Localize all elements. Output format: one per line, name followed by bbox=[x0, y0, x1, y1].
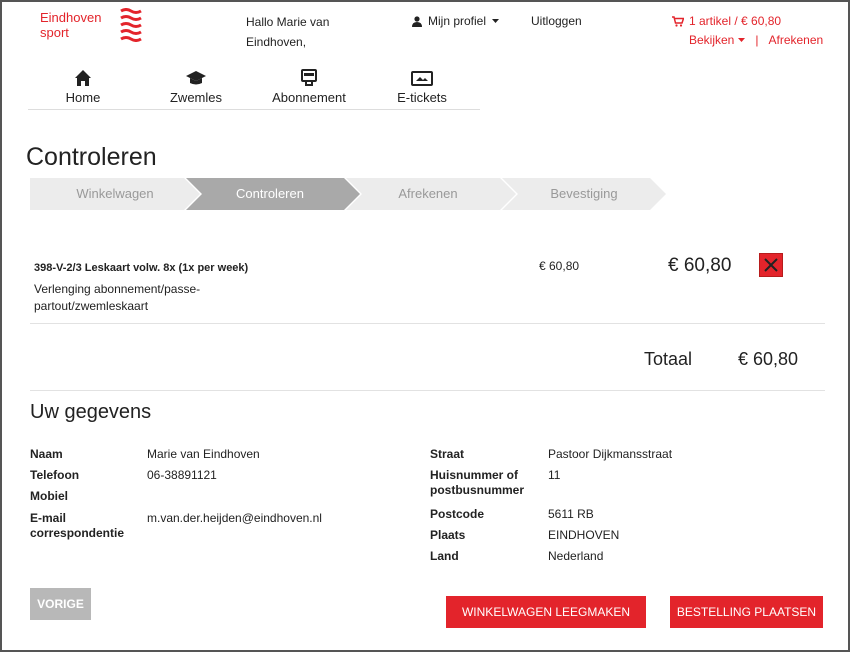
cart-view-label: Bekijken bbox=[689, 33, 735, 47]
main-nav: Home Zwemles Abonnement E-tickets bbox=[28, 62, 480, 110]
remove-item-button[interactable] bbox=[759, 253, 783, 277]
detail-value-naam: Marie van Eindhoven bbox=[147, 447, 260, 461]
step-label-bevestiging: Bevestiging bbox=[550, 186, 618, 201]
line-item-total: € 60,80 bbox=[668, 255, 732, 276]
nav-item-abonnement[interactable]: Abonnement bbox=[249, 68, 369, 105]
cart-summary-text: 1 artikel / € 60,80 bbox=[689, 14, 782, 28]
close-icon bbox=[764, 258, 778, 272]
nav-item-home[interactable]: Home bbox=[23, 68, 143, 105]
greeting-text: Hallo Marie van Eindhoven, bbox=[246, 15, 330, 49]
logout-link[interactable]: Uitloggen bbox=[531, 14, 582, 28]
cart-summary[interactable]: 1 artikel / € 60,80 bbox=[672, 14, 781, 28]
previous-button[interactable]: VORIGE bbox=[30, 588, 91, 620]
cart-links-separator: | bbox=[755, 33, 759, 47]
nav-item-etickets[interactable]: E-tickets bbox=[362, 68, 482, 105]
ticket-icon bbox=[411, 71, 433, 86]
profile-menu[interactable]: Mijn profiel bbox=[412, 14, 500, 28]
cart-icon bbox=[672, 15, 684, 27]
line-item-unit-price: € 60,80 bbox=[539, 259, 580, 273]
detail-label-postcode: Postcode bbox=[430, 507, 485, 521]
divider bbox=[30, 323, 825, 324]
detail-label-plaats: Plaats bbox=[430, 528, 466, 542]
step-label-afrekenen: Afrekenen bbox=[398, 186, 458, 201]
checkout-steps: Winkelwagen Controleren Afrekenen Bevest… bbox=[30, 178, 670, 210]
total-label: Totaal bbox=[644, 349, 693, 369]
page-title: Controleren bbox=[26, 143, 157, 171]
step-bevestiging: Bevestiging bbox=[504, 178, 664, 210]
detail-value-email: m.van.der.heijden@eindhoven.nl bbox=[147, 511, 322, 525]
detail-value-telefoon: 06-38891121 bbox=[147, 468, 217, 482]
place-order-button[interactable]: BESTELLING PLAATSEN bbox=[670, 596, 823, 628]
detail-value-postcode: 5611 RB bbox=[548, 507, 594, 521]
nav-item-zwemles[interactable]: Zwemles bbox=[136, 68, 256, 105]
divider bbox=[30, 390, 825, 391]
detail-label-telefoon: Telefoon bbox=[30, 468, 80, 482]
line-item-title: 398-V-2/3 Leskaart volw. 8x (1x per week… bbox=[34, 262, 249, 274]
detail-value-huisnummer: 11 bbox=[548, 468, 561, 482]
nav-label-abonnement: Abonnement bbox=[272, 90, 346, 105]
detail-label-straat: Straat bbox=[430, 447, 465, 461]
cart-checkout-link[interactable]: Afrekenen bbox=[768, 33, 823, 47]
nav-label-etickets: E-tickets bbox=[397, 90, 447, 105]
cart-links: Bekijken | Afrekenen bbox=[689, 33, 823, 47]
empty-cart-button[interactable]: WINKELWAGEN LEEGMAKEN bbox=[446, 596, 646, 628]
step-afrekenen: Afrekenen bbox=[348, 178, 508, 210]
cart-view-link[interactable]: Bekijken bbox=[689, 33, 746, 47]
details-title: Uw gegevens bbox=[30, 401, 152, 423]
nav-label-home: Home bbox=[65, 90, 101, 105]
detail-label-naam: Naam bbox=[30, 447, 63, 461]
caret-down-icon bbox=[492, 18, 500, 23]
step-label-controleren: Controleren bbox=[236, 186, 304, 201]
step-label-winkelwagen: Winkelwagen bbox=[76, 186, 154, 201]
profile-label: Mijn profiel bbox=[428, 14, 487, 28]
caret-down-icon bbox=[738, 37, 746, 42]
step-winkelwagen[interactable]: Winkelwagen bbox=[30, 178, 200, 210]
logo-line1: Eindhoven bbox=[40, 10, 102, 25]
user-icon bbox=[412, 15, 422, 27]
nav-label-zwemles: Zwemles bbox=[169, 90, 222, 105]
detail-value-land: Nederland bbox=[548, 549, 604, 563]
card-icon bbox=[301, 69, 317, 86]
detail-label-huisnummer: Huisnummer of postbusnummer bbox=[430, 468, 525, 497]
detail-value-plaats: EINDHOVEN bbox=[548, 528, 620, 542]
step-controleren: Controleren bbox=[190, 178, 350, 210]
graduation-cap-icon bbox=[186, 71, 206, 85]
logo[interactable]: Eindhoven sport bbox=[40, 8, 142, 42]
detail-value-straat: Pastoor Dijkmansstraat bbox=[548, 447, 673, 461]
detail-label-email: E-mail correspondentie bbox=[30, 511, 125, 540]
total-value: € 60,80 bbox=[738, 349, 799, 369]
logo-line2: sport bbox=[40, 25, 69, 40]
detail-label-mobiel: Mobiel bbox=[30, 489, 68, 503]
logo-waves-icon bbox=[120, 8, 142, 42]
line-item-description: Verlenging abonnement/passe-partout/zwem… bbox=[34, 282, 201, 313]
home-icon bbox=[75, 70, 91, 86]
detail-label-land: Land bbox=[430, 549, 459, 563]
